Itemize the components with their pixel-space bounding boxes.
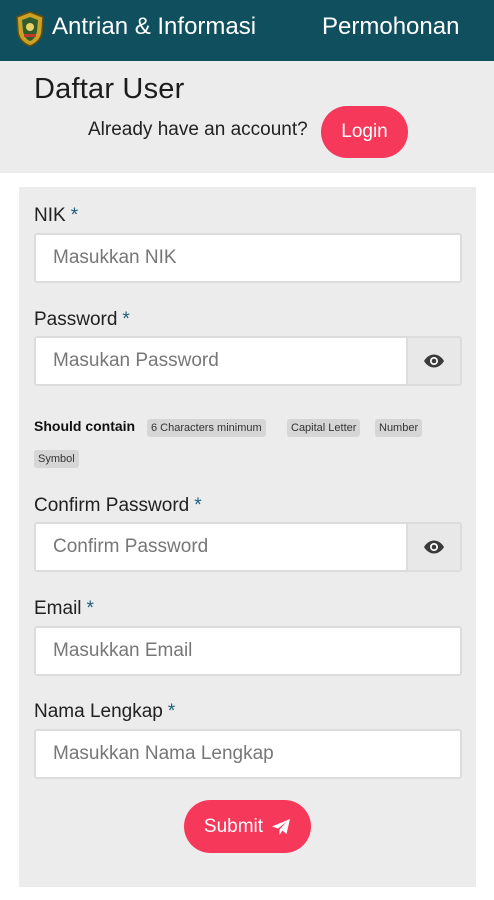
- full-name-label: Nama Lengkap *: [34, 701, 175, 723]
- app-title[interactable]: Antrian & Informasi: [52, 13, 256, 41]
- email-label: Email *: [34, 598, 94, 620]
- password-placeholder: Masukan Password: [53, 350, 219, 371]
- nik-placeholder: Masukkan NIK: [53, 247, 177, 268]
- confirm-password-input[interactable]: Confirm Password: [34, 522, 406, 572]
- nik-input[interactable]: Masukkan NIK: [34, 233, 462, 283]
- required-mark: *: [167, 701, 176, 722]
- required-mark: *: [86, 598, 94, 619]
- password-toggle-button[interactable]: [406, 336, 462, 386]
- required-mark: *: [122, 309, 130, 330]
- register-header: Daftar User Already have an account? Log…: [0, 61, 494, 173]
- nav-link-permohonan[interactable]: Permohonan: [322, 13, 459, 41]
- confirm-password-label-text: Confirm Password: [34, 495, 190, 516]
- password-label-text: Password: [34, 309, 118, 330]
- full-name-label-text: Nama Lengkap: [34, 701, 163, 722]
- emblem-icon[interactable]: [14, 10, 46, 48]
- password-label: Password *: [34, 309, 130, 331]
- nik-label: NIK *: [34, 205, 78, 227]
- password-rule-badge: 6 Characters minimum: [147, 419, 266, 437]
- full-name-placeholder: Masukkan Nama Lengkap: [53, 743, 274, 764]
- email-label-text: Email: [34, 598, 82, 619]
- confirm-password-placeholder: Confirm Password: [53, 536, 209, 557]
- paper-plane-icon: [272, 818, 291, 835]
- password-input[interactable]: Masukan Password: [34, 336, 406, 386]
- required-mark: *: [194, 495, 202, 516]
- page-title: Daftar User: [34, 73, 185, 105]
- submit-button[interactable]: Submit: [184, 800, 311, 853]
- email-placeholder: Masukkan Email: [53, 640, 193, 661]
- full-name-input[interactable]: Masukkan Nama Lengkap: [34, 729, 462, 779]
- top-navbar: Antrian & Informasi Permohonan: [0, 0, 494, 61]
- password-rule-badge: Symbol: [34, 450, 79, 468]
- submit-label: Submit: [203, 815, 264, 837]
- password-rule-badge: Number: [375, 419, 423, 437]
- email-input[interactable]: Masukkan Email: [34, 626, 462, 676]
- eye-icon: [424, 354, 444, 368]
- nik-label-text: NIK: [34, 205, 66, 226]
- confirm-password-toggle-button[interactable]: [406, 522, 462, 572]
- password-hint-title: Should contain: [34, 418, 136, 434]
- confirm-password-label: Confirm Password *: [34, 495, 202, 517]
- login-button[interactable]: Login: [321, 106, 408, 158]
- account-prompt: Already have an account?: [88, 119, 308, 140]
- required-mark: *: [70, 205, 79, 226]
- password-rule-badge: Capital Letter: [287, 419, 361, 437]
- eye-icon: [424, 540, 444, 554]
